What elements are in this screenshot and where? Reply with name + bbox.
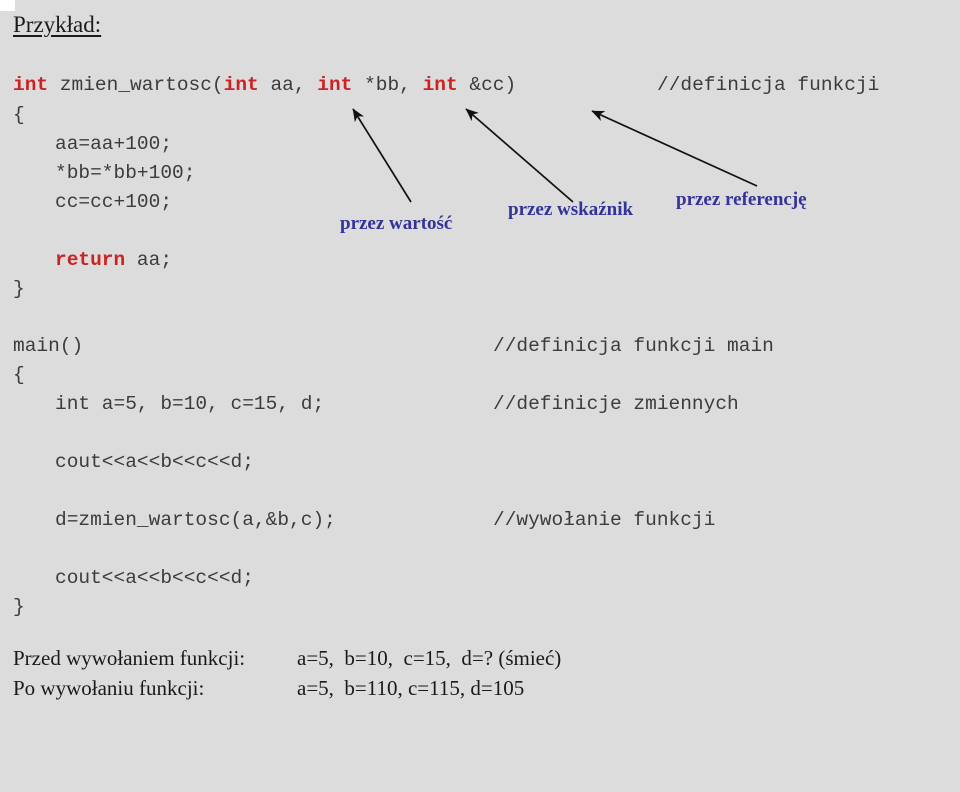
- code-line-cout-second: cout<<a<<b<<c<<d;: [55, 567, 254, 589]
- annotation-label-przez-referencje: przez referencję: [676, 189, 807, 210]
- summary-after-values: a=5, b=110, c=115, d=105: [297, 676, 525, 700]
- summary-after-label: Po wywołaniu funkcji:: [13, 676, 205, 700]
- code-line-main-close-brace: }: [13, 596, 25, 618]
- code-line-function-call: d=zmien_wartosc(a,&b,c);: [55, 509, 336, 531]
- code-line-return: return aa;: [55, 248, 172, 272]
- keyword-int: int: [317, 74, 353, 96]
- comment-text: //definicje zmiennych: [493, 393, 739, 415]
- code-text: &cc): [457, 74, 517, 96]
- code-line-close-brace: }: [13, 278, 25, 300]
- comment-text: //wywołanie funkcji: [493, 509, 716, 531]
- code-text: aa;: [125, 249, 173, 271]
- code-text: zmien_wartosc(: [48, 74, 224, 96]
- comment-function-definition: //definicja funkcji: [657, 73, 879, 97]
- code-line-stmt-cc: cc=cc+100;: [55, 191, 173, 213]
- code-line-function-signature: int zmien_wartosc(int aa, int *bb, int &…: [13, 73, 516, 97]
- annotation-label-przez-wartosc: przez wartość: [340, 213, 453, 234]
- comment-main-definition: //definicja funkcji main: [493, 334, 774, 358]
- keyword-int: int: [223, 74, 259, 96]
- code-block: int zmien_wartosc(int aa, int *bb, int &…: [0, 0, 960, 717]
- code-line-stmt-aa: aa=aa+100;: [55, 133, 173, 155]
- code-line-main-header: main(): [13, 335, 84, 357]
- code-line-variable-declarations: int a=5, b=10, c=15, d;: [55, 393, 325, 415]
- slide-canvas: Przykład: int zmien_wartosc(int aa, int …: [0, 0, 960, 717]
- comment-variable-definitions: //definicje zmiennych: [493, 392, 739, 416]
- code-line-stmt-bb: *bb=*bb+100;: [55, 162, 196, 184]
- code-line-cout-first: cout<<a<<b<<c<<d;: [55, 451, 254, 473]
- code-text: aa,: [258, 74, 318, 96]
- annotation-label-przez-wskaznik: przez wskaźnik: [508, 199, 634, 220]
- summary-block: Przed wywołaniem funkcji: a=5, b=10, c=1…: [0, 0, 561, 700]
- code-text: *bb,: [352, 74, 423, 96]
- code-line-main-open-brace: {: [13, 364, 25, 386]
- comment-function-call: //wywołanie funkcji: [493, 508, 715, 532]
- keyword-int: int: [422, 74, 458, 96]
- summary-before-label: Przed wywołaniem funkcji:: [13, 646, 246, 670]
- comment-text: //definicja funkcji: [657, 74, 880, 96]
- comment-text: //definicja funkcji main: [493, 335, 774, 357]
- keyword-return: return: [55, 249, 126, 271]
- summary-before-values: a=5, b=10, c=15, d=? (śmieć): [297, 646, 562, 670]
